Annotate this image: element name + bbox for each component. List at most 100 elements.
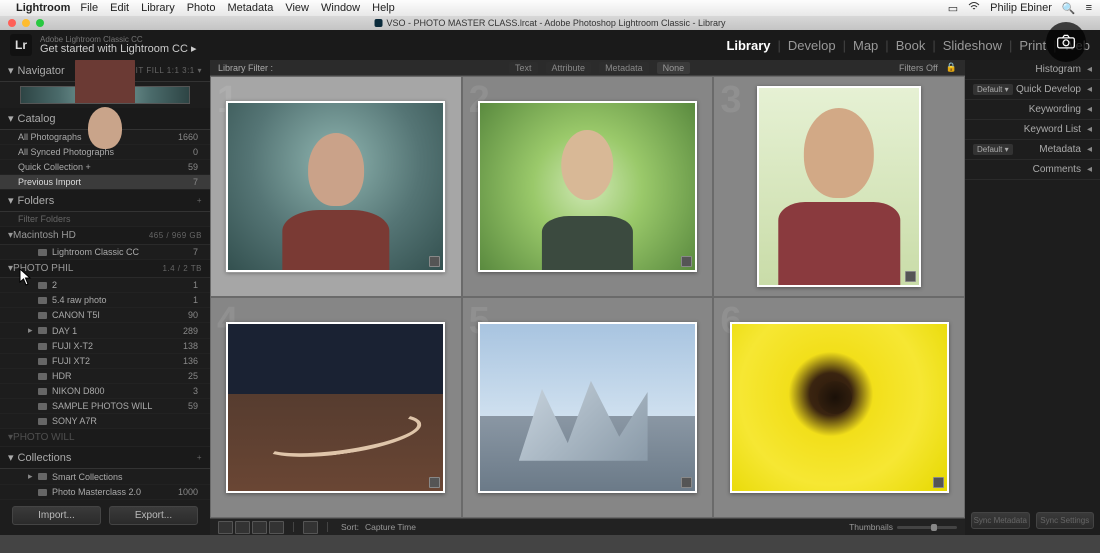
minimize-icon[interactable] [22,19,30,27]
filter-tab-none[interactable]: None [657,62,691,74]
folder-filter-input[interactable]: Filter Folders [0,212,210,227]
volume-header[interactable]: ▾Macintosh HD465 / 969 GB [0,227,210,245]
folder-row[interactable]: ▸DAY 1289 [0,323,210,339]
window-title: VSO - PHOTO MASTER CLASS.lrcat - Adobe P… [375,18,726,28]
header-title[interactable]: Get started with Lightroom CC ▸ [40,44,197,55]
panel-label: Metadata [1039,144,1081,155]
navigator-zoom-opts[interactable]: FIT FILL 1:1 3:1 ▾ [130,66,202,75]
menu-file[interactable]: File [80,2,98,14]
menubar-user[interactable]: Philip Ebiner [990,2,1052,14]
badge-icon [905,271,916,282]
thumbnail[interactable] [757,86,921,287]
right-panel-header[interactable]: Keyword List◂ [965,120,1100,140]
menu-view[interactable]: View [285,2,309,14]
menu-metadata[interactable]: Metadata [227,2,273,14]
compare-view-icon[interactable] [252,521,267,534]
export-button[interactable]: Export... [109,506,198,525]
folder-count: 7 [193,247,198,257]
menu-edit[interactable]: Edit [110,2,129,14]
volume-header[interactable]: ▾PHOTO PHIL1.4 / 2 TB [0,260,210,278]
folder-row[interactable]: FUJI X-T2138 [0,339,210,354]
folder-row[interactable]: 5.4 raw photo1 [0,293,210,308]
view-mode-buttons[interactable] [218,521,284,534]
catalog-row[interactable]: Previous Import7 [0,175,210,190]
window-traffic-lights[interactable] [8,19,44,27]
spotlight-icon[interactable]: 🔍 [1062,2,1076,15]
screen-mirror-icon[interactable]: ▭ [948,2,958,15]
sync-metadata-button[interactable]: Sync Metadata [971,512,1030,529]
grid-view-icon[interactable] [218,521,233,534]
panel-preset[interactable]: Default ▾ [973,144,1013,155]
folder-label: 2 [52,280,57,290]
filter-tab-attribute[interactable]: Attribute [546,62,592,74]
right-panel-header[interactable]: Comments ◂ [965,160,1100,180]
grid-cell[interactable]: 6 [713,297,965,518]
grid-cell[interactable]: 1 [210,76,462,297]
thumb-size-slider[interactable] [897,526,957,529]
filters-off-toggle[interactable]: Filters Off [899,63,938,73]
menu-photo[interactable]: Photo [187,2,216,14]
menu-extra-icon[interactable]: ≡ [1086,2,1092,14]
module-develop[interactable]: Develop [788,38,836,53]
menu-window[interactable]: Window [321,2,360,14]
survey-view-icon[interactable] [269,521,284,534]
thumbnail[interactable] [226,101,445,271]
add-folder-button[interactable]: + [197,196,202,205]
folder-row[interactable]: NIKON D8003 [0,384,210,399]
chevron-left-icon: ◂ [1087,164,1092,175]
folder-row[interactable]: SAMPLE PHOTOS WILL59 [0,399,210,414]
sync-settings-button[interactable]: Sync Settings [1036,512,1095,529]
lock-icon[interactable]: 🔒 [946,62,957,73]
folder-row[interactable]: SONY A7R [0,414,210,429]
panel-label: Histogram [1035,64,1081,75]
sort-dropdown[interactable]: Capture Time [365,522,416,532]
grid-cell[interactable]: 5 [462,297,714,518]
folders-label: Folders [18,195,55,207]
folder-row[interactable]: FUJI XT2136 [0,354,210,369]
module-map[interactable]: Map [853,38,878,53]
menubar-app-name[interactable]: Lightroom [16,2,70,14]
module-book[interactable]: Book [896,38,926,53]
module-slideshow[interactable]: Slideshow [943,38,1002,53]
loupe-view-icon[interactable] [235,521,250,534]
wifi-icon[interactable] [968,1,980,16]
add-collection-button[interactable]: + [197,453,202,462]
folder-row[interactable]: Lightroom Classic CC7 [0,245,210,260]
folder-row[interactable]: CANON T5I90 [0,308,210,323]
chevron-down-icon: ▾ [8,194,14,207]
collection-row[interactable]: ▸Smart Collections [0,469,210,485]
volume-header[interactable]: ▾PHOTO WILL [0,429,210,447]
folders-header[interactable]: ▾ Folders + [0,190,210,212]
right-panel-header[interactable]: Default ▾Metadata◂ [965,140,1100,160]
right-panel-header[interactable]: Histogram◂ [965,60,1100,80]
zoom-icon[interactable] [36,19,44,27]
menu-library[interactable]: Library [141,2,175,14]
thumbnail[interactable] [730,322,949,492]
panel-preset[interactable]: Default ▾ [973,84,1013,95]
thumbnail[interactable] [226,322,445,492]
folder-row[interactable]: 21 [0,278,210,293]
module-library[interactable]: Library [726,38,770,53]
right-panel-header[interactable]: Keywording◂ [965,100,1100,120]
painter-icon[interactable] [303,521,318,534]
folder-icon [38,343,47,350]
lightroom-doc-icon [375,19,383,27]
close-icon[interactable] [8,19,16,27]
right-panel-header[interactable]: Default ▾Quick Develop◂ [965,80,1100,100]
grid-cell[interactable]: 2 [462,76,714,297]
thumbnail[interactable] [478,322,697,492]
folder-row[interactable]: HDR25 [0,369,210,384]
navigator-preview[interactable] [20,86,190,104]
filter-tab-text[interactable]: Text [509,62,538,74]
thumbnail[interactable] [478,101,697,271]
collections-header[interactable]: ▾ Collections + [0,447,210,469]
catalog-row[interactable]: Quick Collection +59 [0,160,210,175]
collection-row[interactable]: Photo Masterclass 2.01000 [0,485,210,500]
menu-help[interactable]: Help [372,2,395,14]
filter-tab-metadata[interactable]: Metadata [599,62,649,74]
grid-cell[interactable]: 4 [210,297,462,518]
grid-cell[interactable]: 3 [713,76,965,297]
module-print[interactable]: Print [1019,38,1046,53]
import-button[interactable]: Import... [12,506,101,525]
panel-label: Comments [1033,164,1081,175]
